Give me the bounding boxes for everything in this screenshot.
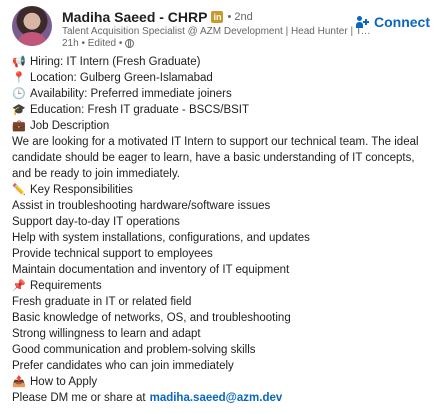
list-item: Prefer candidates who can join immediate… — [12, 360, 234, 372]
pencil-icon: ✏️ — [12, 184, 26, 196]
list-item: Strong willingness to learn and adapt — [12, 328, 201, 340]
apply-heading: 📤 How to Apply — [12, 376, 98, 388]
job-description-text: We are looking for a motivated IT Intern… — [12, 136, 419, 180]
connect-button[interactable]: Connect — [356, 14, 430, 30]
email-link[interactable]: madiha.saeed@azm.dev — [150, 390, 283, 406]
availability-line: 🕒 Availability: Preferred immediate join… — [12, 88, 232, 100]
list-item: Assist in troubleshooting hardware/softw… — [12, 200, 271, 212]
clock-icon: 🕒 — [12, 88, 26, 100]
post-timestamp: 21h • Edited • — [62, 38, 123, 49]
post-header: Madiha Saeed - CHRP in • 2nd Talent Acqu… — [12, 6, 432, 50]
list-item: Provide technical support to employees — [12, 248, 213, 260]
list-item: Good communication and problem-solving s… — [12, 344, 256, 356]
list-item: Support day-to-day IT operations — [12, 216, 180, 228]
list-item: Fresh graduate in IT or related field — [12, 296, 192, 308]
requirements-heading: 📌 Requirements — [12, 280, 102, 292]
location-line: 📍 Location: Gulberg Green-Islamabad — [12, 72, 213, 84]
apply-line: Please DM me or share at madiha.saeed@az… — [12, 390, 432, 406]
pin-icon: 📍 — [12, 72, 26, 84]
author-name[interactable]: Madiha Saeed - CHRP — [62, 9, 207, 25]
hiring-line: 📢 Hiring: IT Intern (Fresh Graduate) — [12, 56, 201, 68]
list-item: Maintain documentation and inventory of … — [12, 264, 290, 276]
education-line: 🎓 Education: Fresh IT graduate - BSCS/BS… — [12, 104, 250, 116]
post-meta: 21h • Edited • — [62, 38, 135, 49]
connect-label: Connect — [374, 14, 430, 30]
job-description-heading: 💼 Job Description — [12, 120, 110, 132]
globe-icon — [125, 39, 135, 48]
author-headline: Talent Acquisition Specialist @ AZM Deve… — [62, 26, 372, 37]
pushpin-icon: 📌 — [12, 280, 26, 292]
responsibilities-heading: ✏️ Key Responsibilities — [12, 184, 133, 196]
briefcase-icon: 💼 — [12, 120, 26, 132]
connection-degree: • 2nd — [227, 11, 253, 23]
graduation-cap-icon: 🎓 — [12, 104, 26, 116]
linkedin-premium-icon: in — [211, 11, 224, 23]
inbox-icon: 📤 — [12, 376, 26, 388]
avatar[interactable] — [12, 6, 52, 46]
linkedin-post: Madiha Saeed - CHRP in • 2nd Talent Acqu… — [0, 0, 436, 414]
list-item: Basic knowledge of networks, OS, and tro… — [12, 312, 291, 324]
author-name-row: Madiha Saeed - CHRP in • 2nd — [62, 7, 253, 27]
post-body: 📢 Hiring: IT Intern (Fresh Graduate) 📍 L… — [12, 54, 432, 406]
megaphone-icon: 📢 — [12, 56, 26, 68]
add-person-icon — [356, 16, 369, 28]
apply-text: Please DM me or share at — [12, 392, 146, 404]
list-item: Help with system installations, configur… — [12, 232, 310, 244]
